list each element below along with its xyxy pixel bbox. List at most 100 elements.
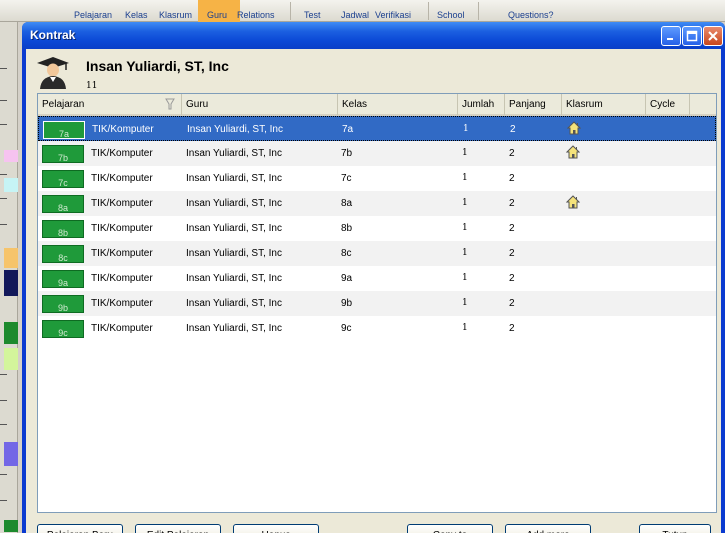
kontrak-window: Kontrak Insan Yuliardi, ST, Inc 11 Pelaj… <box>22 22 725 533</box>
bg-tab-test[interactable]: Test <box>304 10 321 20</box>
delete-button[interactable]: Hapus <box>233 524 319 533</box>
copy-to-button[interactable]: Copy to <box>407 524 493 533</box>
column-header-cycle[interactable]: Cycle <box>646 94 690 115</box>
add-more-button[interactable]: Add more <box>505 524 591 533</box>
graduate-avatar-icon <box>37 57 69 89</box>
bg-tick <box>0 198 7 199</box>
cell-jumlah: 1 <box>462 148 468 158</box>
grid-header: Pelajaran Guru Kelas Jumlah Panjang Klas… <box>38 94 716 116</box>
cell-kelas: 8b <box>341 223 353 234</box>
class-color-chip: 9b <box>42 295 84 313</box>
cell-kelas: 7c <box>341 173 352 184</box>
cell-jumlah: 1 <box>462 248 468 258</box>
cell-guru: Insan Yuliardi, ST, Inc <box>186 298 282 309</box>
cell-kelas: 8a <box>341 198 353 209</box>
class-color-chip: 8a <box>42 195 84 213</box>
bg-tick <box>0 224 7 225</box>
cell-subject: TIK/Komputer <box>91 273 153 284</box>
class-color-chip: 7b <box>42 145 84 163</box>
window-title: Kontrak <box>30 28 76 42</box>
background-left-panel <box>0 22 18 533</box>
cell-kelas: 9c <box>341 323 352 334</box>
bg-tick <box>0 400 7 401</box>
background-toolbar: Pelajaran Kelas Klasrum Guru Relations T… <box>0 0 725 22</box>
table-row[interactable]: 9a TIK/Komputer Insan Yuliardi, ST, Inc 9a 1… <box>38 266 716 291</box>
column-header-kelas[interactable]: Kelas <box>338 94 458 115</box>
table-row[interactable]: 7a TIK/Komputer Insan Yuliardi, ST, Inc 7a 1… <box>38 116 716 141</box>
column-header-pelajaran[interactable]: Pelajaran <box>38 94 182 115</box>
home-icon <box>565 195 581 212</box>
sort-filter-icon <box>165 98 175 110</box>
table-row[interactable]: 9b TIK/Komputer Insan Yuliardi, ST, Inc 9b 1… <box>38 291 716 316</box>
bg-tab-questions[interactable]: Questions? <box>508 10 554 20</box>
column-header-jumlah[interactable]: Jumlah <box>458 94 505 115</box>
column-header-klasrum[interactable]: Klasrum <box>562 94 646 115</box>
bg-tick <box>0 374 7 375</box>
class-color-chip: 9a <box>42 270 84 288</box>
teacher-name: Insan Yuliardi, ST, Inc <box>86 58 229 74</box>
table-row[interactable]: 7c TIK/Komputer Insan Yuliardi, ST, Inc 7c 1… <box>38 166 716 191</box>
cell-panjang: 2 <box>509 198 515 209</box>
class-color-chip: 9c <box>42 320 84 338</box>
cell-panjang: 2 <box>509 323 515 334</box>
column-header-guru[interactable]: Guru <box>182 94 338 115</box>
cell-panjang: 2 <box>509 273 515 284</box>
cell-kelas: 9b <box>341 298 353 309</box>
bg-tab-kelas[interactable]: Kelas <box>125 10 148 20</box>
cell-guru: Insan Yuliardi, ST, Inc <box>186 148 282 159</box>
table-row[interactable]: 7b TIK/Komputer Insan Yuliardi, ST, Inc 7b 1… <box>38 141 716 166</box>
teacher-lesson-count: 11 <box>86 81 98 91</box>
bg-color-strip <box>4 442 18 466</box>
table-row[interactable]: 8a TIK/Komputer Insan Yuliardi, ST, Inc 8a 1… <box>38 191 716 216</box>
home-icon <box>565 145 581 162</box>
close-button[interactable] <box>703 26 723 46</box>
window-titlebar[interactable]: Kontrak <box>22 22 725 49</box>
cell-kelas: 7b <box>341 148 353 159</box>
bg-color-strip <box>4 520 18 532</box>
table-row[interactable]: 8c TIK/Komputer Insan Yuliardi, ST, Inc 8c 1… <box>38 241 716 266</box>
cell-guru: Insan Yuliardi, ST, Inc <box>186 323 282 334</box>
bg-color-strip <box>4 322 18 344</box>
bg-tab-guru[interactable]: Guru <box>207 10 227 20</box>
table-row[interactable]: 8b TIK/Komputer Insan Yuliardi, ST, Inc 8b 1… <box>38 216 716 241</box>
cell-jumlah: 1 <box>462 273 468 283</box>
cell-guru: Insan Yuliardi, ST, Inc <box>186 248 282 259</box>
bg-color-strip <box>4 178 18 192</box>
table-row[interactable]: 9c TIK/Komputer Insan Yuliardi, ST, Inc 9c 1… <box>38 316 716 341</box>
bg-tab-school[interactable]: School <box>437 10 465 20</box>
bg-separator <box>478 2 479 20</box>
new-lesson-button[interactable]: Pelajaran Baru <box>37 524 123 533</box>
column-header-panjang[interactable]: Panjang <box>505 94 562 115</box>
minimize-icon <box>667 38 673 40</box>
class-color-chip: 7c <box>42 170 84 188</box>
cell-subject: TIK/Komputer <box>91 323 153 334</box>
cell-kelas: 8c <box>341 248 352 259</box>
bg-color-strip <box>4 348 18 370</box>
bg-tab-klasrum[interactable]: Klasrum <box>159 10 192 20</box>
bg-tab-verifikasi[interactable]: Verifikasi <box>375 10 411 20</box>
cell-subject: TIK/Komputer <box>91 223 153 234</box>
column-header-label: Pelajaran <box>42 99 85 110</box>
bg-tick <box>0 124 7 125</box>
cell-jumlah: 1 <box>462 198 468 208</box>
edit-lesson-button[interactable]: Edit Pelajaran <box>135 524 221 533</box>
cell-panjang: 2 <box>509 248 515 259</box>
bg-tab-jadwal[interactable]: Jadwal <box>341 10 369 20</box>
class-color-chip: 8c <box>42 245 84 263</box>
maximize-button[interactable] <box>682 26 702 46</box>
cell-panjang: 2 <box>509 173 515 184</box>
minimize-button[interactable] <box>661 26 681 46</box>
bg-color-strip <box>4 248 18 268</box>
cell-jumlah: 1 <box>462 173 468 183</box>
bg-tab-pelajaran[interactable]: Pelajaran <box>74 10 112 20</box>
bg-tab-relations[interactable]: Relations <box>237 10 275 20</box>
cell-guru: Insan Yuliardi, ST, Inc <box>187 124 283 135</box>
cell-guru: Insan Yuliardi, ST, Inc <box>186 223 282 234</box>
bg-tick <box>0 500 7 501</box>
class-color-chip: 8b <box>42 220 84 238</box>
class-color-chip: 7a <box>43 121 85 139</box>
cell-subject: TIK/Komputer <box>91 148 153 159</box>
close-dialog-button[interactable]: Tutup <box>639 524 711 533</box>
cell-guru: Insan Yuliardi, ST, Inc <box>186 198 282 209</box>
cell-subject: TIK/Komputer <box>91 198 153 209</box>
